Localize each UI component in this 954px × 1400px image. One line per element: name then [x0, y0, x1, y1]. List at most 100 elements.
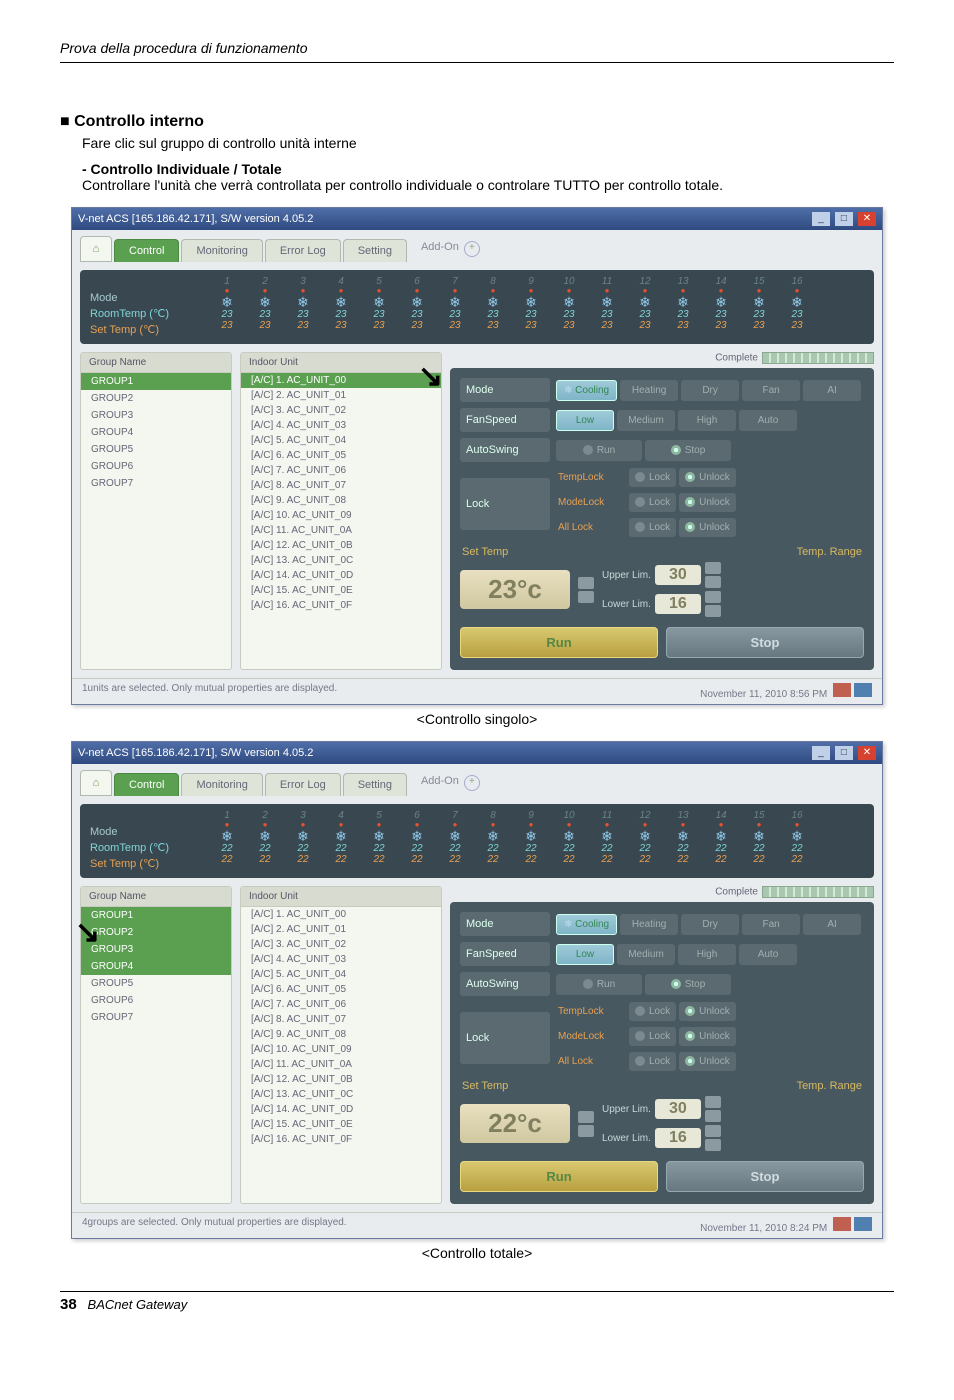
unit-item[interactable]: [A/C] 10. AC_UNIT_09 [241, 508, 441, 523]
tab-monitoring[interactable]: Monitoring [181, 239, 262, 262]
modelock-lock[interactable]: Lock [629, 493, 676, 512]
group-item[interactable]: GROUP2 [81, 924, 231, 941]
stop-button[interactable]: Stop [666, 1161, 864, 1192]
fan-high[interactable]: High [678, 410, 736, 431]
unit-item[interactable]: [A/C] 7. AC_UNIT_06 [241, 997, 441, 1012]
unit-item[interactable]: [A/C] 15. AC_UNIT_0E [241, 583, 441, 598]
mode-heating[interactable]: Heating [620, 380, 678, 401]
status-icon-1[interactable] [833, 1217, 851, 1231]
unit-item[interactable]: [A/C] 8. AC_UNIT_07 [241, 1012, 441, 1027]
unit-item[interactable]: [A/C] 4. AC_UNIT_03 [241, 952, 441, 967]
group-item[interactable]: GROUP6 [81, 458, 231, 475]
alllock-lock[interactable]: Lock [629, 1052, 676, 1071]
fan-auto[interactable]: Auto [739, 944, 797, 965]
unit-item[interactable]: [A/C] 6. AC_UNIT_05 [241, 982, 441, 997]
status-icon-1[interactable] [833, 683, 851, 697]
minimize-button[interactable]: _ [812, 212, 830, 226]
lower-up[interactable] [705, 1125, 721, 1137]
unit-item[interactable]: [A/C] 2. AC_UNIT_01 [241, 388, 441, 403]
unit-item[interactable]: [A/C] 3. AC_UNIT_02 [241, 937, 441, 952]
templock-lock[interactable]: Lock [629, 1002, 676, 1021]
fan-low[interactable]: Low [556, 944, 614, 965]
tab-control[interactable]: Control [114, 239, 179, 262]
upper-up[interactable] [705, 562, 721, 574]
addon-plus-icon[interactable]: + [464, 775, 480, 791]
mode-cooling[interactable]: Cooling [556, 380, 617, 401]
maximize-button[interactable]: □ [835, 746, 853, 760]
home-button[interactable]: ⌂ [80, 770, 112, 796]
temp-up-button[interactable] [578, 1111, 594, 1123]
autoswing-stop[interactable]: Stop [645, 440, 731, 461]
tab-errorlog[interactable]: Error Log [265, 239, 341, 262]
addon-plus-icon[interactable]: + [464, 241, 480, 257]
modelock-unlock[interactable]: Unlock [679, 1027, 736, 1046]
fan-medium[interactable]: Medium [617, 944, 675, 965]
unit-item[interactable]: [A/C] 14. AC_UNIT_0D [241, 1102, 441, 1117]
unit-item[interactable]: [A/C] 4. AC_UNIT_03 [241, 418, 441, 433]
alllock-unlock[interactable]: Unlock [679, 1052, 736, 1071]
unit-item[interactable]: [A/C] 16. AC_UNIT_0F [241, 598, 441, 613]
mode-fan[interactable]: Fan [742, 914, 800, 935]
unit-item[interactable]: [A/C] 16. AC_UNIT_0F [241, 1132, 441, 1147]
tab-errorlog[interactable]: Error Log [265, 773, 341, 796]
mode-dry[interactable]: Dry [681, 380, 739, 401]
status-icon-2[interactable] [854, 683, 872, 697]
temp-down-button[interactable] [578, 591, 594, 603]
group-item[interactable]: GROUP2 [81, 390, 231, 407]
tab-monitoring[interactable]: Monitoring [181, 773, 262, 796]
unit-item[interactable]: [A/C] 13. AC_UNIT_0C [241, 553, 441, 568]
group-item[interactable]: GROUP6 [81, 992, 231, 1009]
close-button[interactable]: ✕ [858, 746, 876, 760]
unit-item[interactable]: [A/C] 3. AC_UNIT_02 [241, 403, 441, 418]
autoswing-stop[interactable]: Stop [645, 974, 731, 995]
mode-fan[interactable]: Fan [742, 380, 800, 401]
unit-item[interactable]: [A/C] 1. AC_UNIT_00 [241, 907, 441, 922]
unit-item[interactable]: [A/C] 11. AC_UNIT_0A [241, 523, 441, 538]
group-item[interactable]: GROUP3 [81, 407, 231, 424]
unit-item[interactable]: [A/C] 2. AC_UNIT_01 [241, 922, 441, 937]
unit-item[interactable]: [A/C] 11. AC_UNIT_0A [241, 1057, 441, 1072]
mode-cooling[interactable]: Cooling [556, 914, 617, 935]
alllock-unlock[interactable]: Unlock [679, 518, 736, 537]
group-item[interactable]: GROUP7 [81, 475, 231, 492]
tab-addon[interactable]: Add-On + [421, 236, 480, 262]
group-item[interactable]: GROUP4 [81, 424, 231, 441]
minimize-button[interactable]: _ [812, 746, 830, 760]
fan-auto[interactable]: Auto [739, 410, 797, 431]
tab-setting[interactable]: Setting [343, 773, 407, 796]
templock-lock[interactable]: Lock [629, 468, 676, 487]
mode-ai[interactable]: AI [803, 380, 861, 401]
alllock-lock[interactable]: Lock [629, 518, 676, 537]
modelock-lock[interactable]: Lock [629, 1027, 676, 1046]
mode-dry[interactable]: Dry [681, 914, 739, 935]
upper-down[interactable] [705, 1110, 721, 1122]
unit-item[interactable]: [A/C] 14. AC_UNIT_0D [241, 568, 441, 583]
autoswing-run[interactable]: Run [556, 440, 642, 461]
home-button[interactable]: ⌂ [80, 236, 112, 262]
unit-item[interactable]: [A/C] 10. AC_UNIT_09 [241, 1042, 441, 1057]
tab-addon[interactable]: Add-On + [421, 770, 480, 796]
temp-down-button[interactable] [578, 1125, 594, 1137]
mode-heating[interactable]: Heating [620, 914, 678, 935]
group-item[interactable]: GROUP7 [81, 1009, 231, 1026]
tab-control[interactable]: Control [114, 773, 179, 796]
unit-item[interactable]: [A/C] 9. AC_UNIT_08 [241, 1027, 441, 1042]
fan-high[interactable]: High [678, 944, 736, 965]
unit-item[interactable]: [A/C] 12. AC_UNIT_0B [241, 538, 441, 553]
templock-unlock[interactable]: Unlock [679, 1002, 736, 1021]
unit-item[interactable]: [A/C] 6. AC_UNIT_05 [241, 448, 441, 463]
unit-item[interactable]: [A/C] 15. AC_UNIT_0E [241, 1117, 441, 1132]
unit-item[interactable]: [A/C] 9. AC_UNIT_08 [241, 493, 441, 508]
unit-item[interactable]: [A/C] 13. AC_UNIT_0C [241, 1087, 441, 1102]
temp-up-button[interactable] [578, 577, 594, 589]
group-item[interactable]: GROUP5 [81, 441, 231, 458]
upper-up[interactable] [705, 1096, 721, 1108]
group-item[interactable]: GROUP4 [81, 958, 231, 975]
close-button[interactable]: ✕ [858, 212, 876, 226]
group-item[interactable]: GROUP1 [81, 907, 231, 924]
status-icon-2[interactable] [854, 1217, 872, 1231]
lower-down[interactable] [705, 605, 721, 617]
unit-item[interactable]: [A/C] 1. AC_UNIT_00 [241, 373, 441, 388]
group-item[interactable]: GROUP3 [81, 941, 231, 958]
unit-item[interactable]: [A/C] 7. AC_UNIT_06 [241, 463, 441, 478]
